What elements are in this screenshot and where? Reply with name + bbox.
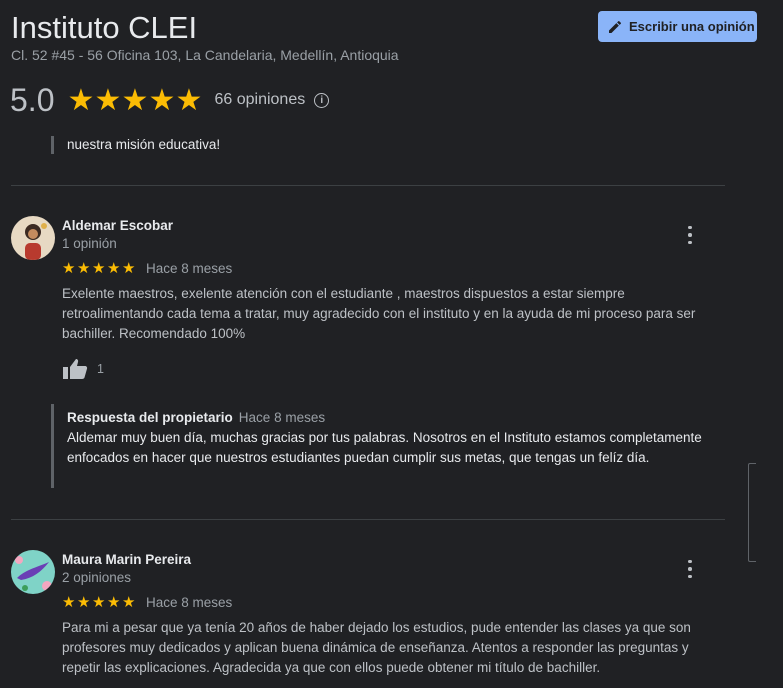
- owner-reply-date: Hace 8 meses: [238, 410, 326, 425]
- write-review-button[interactable]: Escribir una opinión: [598, 11, 757, 42]
- review-divider: [11, 185, 725, 186]
- star-icon: ★: [107, 259, 121, 277]
- more-options-icon[interactable]: [681, 558, 699, 580]
- like-button[interactable]: 1: [62, 358, 104, 380]
- star-icon: ★: [62, 259, 76, 277]
- review-divider: [11, 519, 725, 520]
- star-icon: ★: [175, 83, 203, 117]
- reply-quote-bar: [51, 404, 54, 488]
- place-title: Instituto CLEI: [11, 10, 198, 45]
- like-count: 1: [97, 362, 104, 376]
- rating-value: 5.0: [10, 82, 55, 118]
- write-review-label: Escribir una opinión: [629, 19, 755, 34]
- review-rating: ★ ★ ★ ★ ★ Hace 8 meses: [62, 259, 233, 277]
- review-stars: ★ ★ ★ ★ ★: [62, 259, 137, 277]
- owner-reply-header: Respuesta del propietario Hace 8 meses: [67, 410, 325, 425]
- avatar[interactable]: [11, 550, 55, 594]
- previous-reply-tail: nuestra misión educativa!: [67, 137, 221, 152]
- review-stars: ★ ★ ★ ★ ★: [62, 593, 137, 611]
- star-icon: ★: [107, 593, 121, 611]
- review-count[interactable]: 66 opiniones: [214, 91, 305, 109]
- review-date: Hace 8 meses: [146, 261, 233, 276]
- star-icon: ★: [122, 259, 136, 277]
- reply-quote-bar: [51, 136, 54, 154]
- star-icon: ★: [92, 593, 106, 611]
- review-text: Exelente maestros, exelente atención con…: [62, 286, 696, 341]
- place-address: Cl. 52 #45 - 56 Oficina 103, La Candelar…: [11, 47, 399, 63]
- scrollbar[interactable]: [748, 463, 756, 562]
- review-text: Para mi a pesar que ya tenía 20 años de …: [62, 620, 691, 675]
- star-icon: ★: [62, 593, 76, 611]
- owner-reply-title: Respuesta del propietario: [67, 410, 233, 425]
- info-icon[interactable]: i: [314, 92, 330, 108]
- review-rating: ★ ★ ★ ★ ★ Hace 8 meses: [62, 593, 233, 611]
- rating-stars: ★ ★ ★ ★ ★: [67, 83, 203, 117]
- reviewer-name[interactable]: Maura Marin Pereira: [62, 552, 191, 567]
- owner-reply-text: Aldemar muy buen día, muchas gracias por…: [67, 430, 702, 465]
- reviewer-meta: 2 opiniones: [62, 570, 132, 585]
- more-options-icon[interactable]: [681, 224, 699, 246]
- reviewer-name[interactable]: Aldemar Escobar: [62, 218, 173, 233]
- avatar[interactable]: [11, 216, 55, 260]
- review-date: Hace 8 meses: [146, 595, 233, 610]
- thumbs-up-icon: [63, 359, 88, 379]
- rating-summary: 5.0 ★ ★ ★ ★ ★ 66 opiniones i: [10, 82, 330, 118]
- star-icon: ★: [148, 83, 176, 117]
- star-icon: ★: [121, 83, 149, 117]
- star-icon: ★: [92, 259, 106, 277]
- star-icon: ★: [77, 259, 91, 277]
- star-icon: ★: [77, 593, 91, 611]
- pencil-icon: [609, 20, 622, 33]
- star-icon: ★: [94, 83, 122, 117]
- reviewer-meta: 1 opinión: [62, 236, 117, 251]
- star-icon: ★: [67, 83, 95, 117]
- star-icon: ★: [122, 593, 136, 611]
